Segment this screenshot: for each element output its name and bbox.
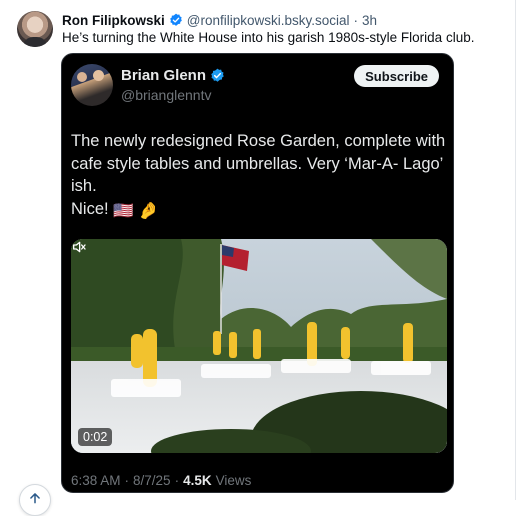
us-flag-emoji: 🇺🇸 [113, 201, 134, 220]
author-name[interactable]: Ron Filipkowski [62, 13, 165, 28]
speaker-muted-icon[interactable] [71, 239, 87, 255]
embedded-x-post[interactable]: Brian Glenn @brianglenntv Subscribe The … [61, 53, 454, 493]
video-timestamp: 0:02 [78, 428, 113, 446]
embed-text-line: cafe style tables and umbrellas. Very ‘M… [71, 154, 444, 173]
separator-dot: · [353, 12, 359, 28]
post-card: Ron Filipkowski @ronfilipkowski.bsky.soc… [0, 0, 520, 516]
embed-post-time[interactable]: 6:38 AM [71, 473, 121, 488]
verified-check-icon [169, 13, 182, 26]
pinched-fingers-emoji: 🤌 [138, 201, 159, 220]
scroll-to-top-button[interactable] [19, 484, 51, 516]
separator-dot: · [124, 473, 130, 488]
author-handle[interactable]: @ronfilipkowski.bsky.social [187, 13, 350, 28]
embed-footer: 6:38 AM · 8/7/25 · 4.5K Views [71, 473, 251, 488]
subscribe-button[interactable]: Subscribe [354, 65, 439, 87]
embed-author-avatar[interactable] [71, 64, 113, 106]
author-avatar[interactable] [17, 11, 53, 47]
video-player[interactable]: 0:02 [71, 239, 447, 453]
embed-post-date[interactable]: 8/7/25 [133, 473, 171, 488]
post-time[interactable]: 3h [362, 13, 377, 28]
embed-text-line: The newly redesigned Rose Garden, comple… [71, 132, 446, 150]
views-label: Views [215, 473, 252, 488]
embed-author-name[interactable]: Brian Glenn [121, 67, 206, 84]
separator-dot: · [174, 473, 180, 488]
arrow-up-icon [30, 493, 40, 504]
post-divider [515, 0, 516, 500]
views-count: 4.5K [183, 473, 212, 488]
rose-garden-video-frame [71, 239, 447, 453]
post-text: He’s turning the White House into his ga… [62, 30, 475, 45]
embed-text-nice: Nice! [71, 199, 109, 218]
embed-text-line-last: Nice! 🇺🇸 🤌 [71, 198, 449, 223]
embed-text: The newly redesigned Rose Garden, comple… [71, 130, 449, 222]
verified-check-icon [211, 68, 224, 82]
embed-author-handle[interactable]: @brianglenntv [121, 87, 212, 103]
embed-author-name-row: Brian Glenn [121, 67, 225, 84]
embed-text-line: ish. [71, 177, 97, 195]
post-header: Ron Filipkowski @ronfilipkowski.bsky.soc… [62, 11, 377, 29]
